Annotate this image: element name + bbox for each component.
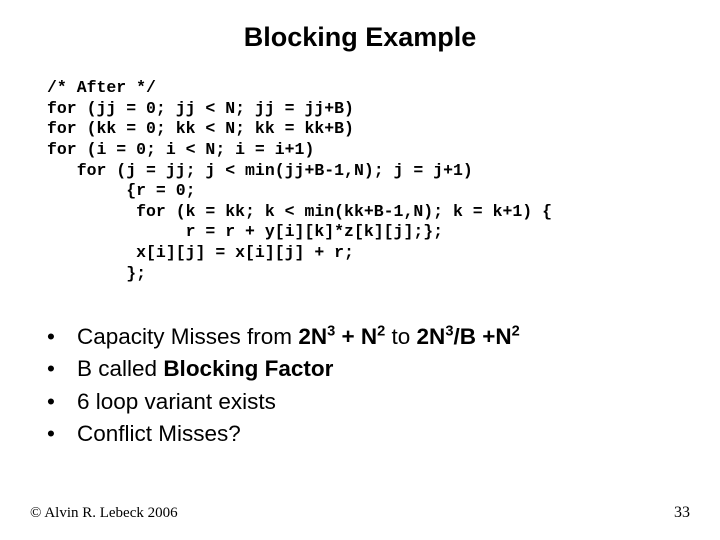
bullet-item: • 6 loop variant exists [47, 387, 520, 417]
superscript: 3 [327, 324, 335, 340]
slide: Blocking Example /* After */ for (jj = 0… [0, 0, 720, 540]
text: 2N [298, 324, 327, 349]
bullet-item: • Conflict Misses? [47, 419, 520, 449]
footer-copyright: © Alvin R. Lebeck 2006 [30, 505, 178, 522]
text: /B [453, 324, 482, 349]
code-block: /* After */ for (jj = 0; jj < N; jj = jj… [47, 78, 552, 284]
bullet-dot-icon: • [47, 354, 77, 384]
bullet-text: Conflict Misses? [77, 419, 241, 449]
text: to [385, 324, 416, 349]
bullet-item: • B called Blocking Factor [47, 354, 520, 384]
text: + N [335, 324, 377, 349]
bullet-text: 6 loop variant exists [77, 387, 276, 417]
code-line: x[i][j] = x[i][j] + r; [47, 243, 354, 262]
code-line: for (j = jj; j < min(jj+B-1,N); j = j+1) [47, 161, 473, 180]
code-line: for (jj = 0; jj < N; jj = jj+B) [47, 99, 354, 118]
bullet-text: B called Blocking Factor [77, 354, 333, 384]
code-line: for (k = kk; k < min(kk+B-1,N); k = k+1)… [47, 202, 552, 221]
bullet-text: Capacity Misses from 2N3 + N2 to 2N3/B +… [77, 322, 520, 352]
code-line: r = r + y[i][k]*z[k][j];}; [47, 222, 443, 241]
code-line: {r = 0; [47, 181, 196, 200]
page-number: 33 [674, 504, 690, 522]
code-line: for (kk = 0; kk < N; kk = kk+B) [47, 119, 354, 138]
code-line: /* After */ [47, 78, 156, 97]
bullet-item: • Capacity Misses from 2N3 + N2 to 2N3/B… [47, 322, 520, 352]
code-line: for (i = 0; i < N; i = i+1) [47, 140, 314, 159]
text: B called [77, 356, 163, 381]
superscript: 2 [512, 324, 520, 340]
bullet-list: • Capacity Misses from 2N3 + N2 to 2N3/B… [47, 322, 520, 452]
text: Capacity Misses from [77, 324, 298, 349]
text: 2N [417, 324, 446, 349]
text: 2N3 + N2 [298, 324, 385, 349]
text: +N [482, 324, 511, 349]
bullet-dot-icon: • [47, 322, 77, 352]
slide-title: Blocking Example [0, 22, 720, 53]
bullet-dot-icon: • [47, 387, 77, 417]
code-line: }; [47, 264, 146, 283]
text: Blocking Factor [163, 356, 333, 381]
bullet-dot-icon: • [47, 419, 77, 449]
text: 2N3/B +N2 [417, 324, 520, 349]
